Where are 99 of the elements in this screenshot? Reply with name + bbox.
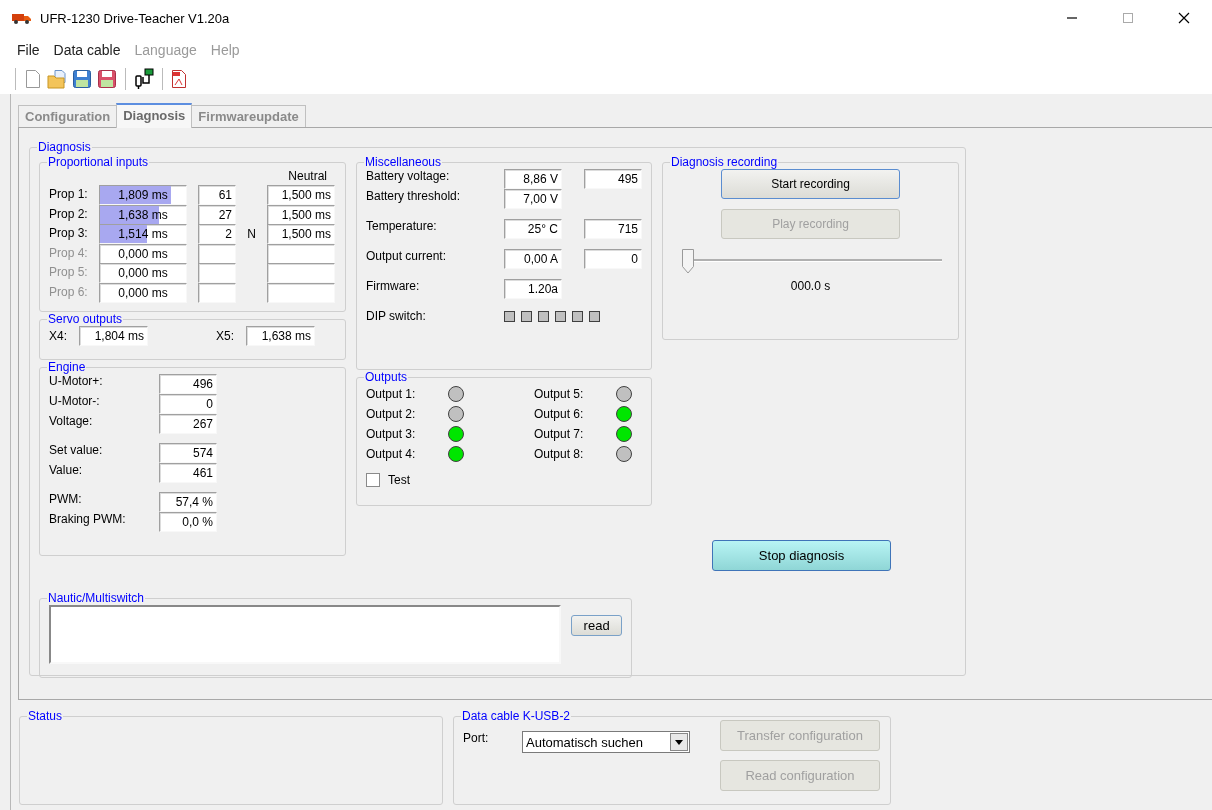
value-field: 0,000 ms bbox=[99, 263, 187, 284]
tab[interactable]: Firmwareupdate bbox=[191, 105, 306, 127]
value-field: 1,500 ms bbox=[267, 204, 335, 225]
value-field: 496 bbox=[159, 374, 217, 394]
input-label: Prop 6: bbox=[49, 284, 89, 302]
value-field bbox=[267, 263, 335, 284]
engine-label: U-Motor+: bbox=[49, 374, 104, 390]
checkbox[interactable] bbox=[366, 473, 380, 487]
engine-label: Set value: bbox=[49, 443, 104, 459]
group-title: Miscellaneous bbox=[364, 155, 443, 169]
recording-button[interactable]: Start recording bbox=[721, 169, 900, 199]
output-label: Output 7: bbox=[534, 427, 585, 441]
value-field: 25° C bbox=[504, 219, 562, 239]
value-field: 1,500 ms bbox=[267, 185, 335, 205]
input-label: Prop 3: bbox=[49, 225, 89, 243]
value-field: 8,86 V bbox=[504, 169, 562, 189]
maximize-icon bbox=[1122, 12, 1134, 24]
value-field: 57,4 % bbox=[159, 492, 217, 512]
value-field: 2 bbox=[198, 224, 236, 245]
value-field bbox=[198, 263, 236, 284]
text-area[interactable] bbox=[49, 605, 562, 664]
input-label: Prop 4: bbox=[49, 244, 89, 262]
tab[interactable]: Diagnosis bbox=[116, 103, 193, 128]
value-field: 7,00 V bbox=[504, 189, 562, 209]
value-field: 461 bbox=[159, 463, 217, 483]
group-title: Diagnosis recording bbox=[670, 155, 779, 169]
value-field: 1,638 ms bbox=[246, 326, 316, 346]
group-title: Engine bbox=[47, 360, 87, 374]
group-title: Data cable K-USB-2 bbox=[461, 709, 572, 723]
new-file-icon[interactable] bbox=[24, 69, 42, 89]
value-field bbox=[267, 283, 335, 304]
value-field: 1.20a bbox=[504, 279, 562, 299]
value-field bbox=[267, 243, 335, 264]
tab[interactable]: Configuration bbox=[18, 105, 118, 127]
output-label: X5: bbox=[216, 328, 235, 344]
input-label: Prop 5: bbox=[49, 264, 89, 282]
value-field: 574 bbox=[159, 443, 217, 463]
engine-label: Voltage: bbox=[49, 414, 94, 430]
input-label: Prop 2: bbox=[49, 205, 89, 223]
value-field: 1,804 ms bbox=[79, 326, 148, 346]
output-label: Output 3: bbox=[366, 427, 417, 441]
value-field: 1,638 ms bbox=[99, 204, 187, 225]
output-label: Output 4: bbox=[366, 447, 417, 461]
close-icon bbox=[1178, 12, 1190, 24]
engine-label: Braking PWM: bbox=[49, 512, 127, 528]
value-field: 0 bbox=[159, 394, 217, 414]
menu-item[interactable]: Data cable bbox=[46, 42, 128, 58]
checkbox-label: Test bbox=[388, 473, 410, 487]
engine-label: Value: bbox=[49, 463, 84, 479]
group-title: Status bbox=[27, 709, 64, 723]
value-field: 495 bbox=[584, 169, 642, 189]
value-field bbox=[198, 283, 236, 304]
document-icon[interactable] bbox=[171, 69, 187, 89]
info-label: Battery threshold: bbox=[366, 189, 462, 205]
output-label: Output 2: bbox=[366, 407, 417, 421]
group-title: Proportional inputs bbox=[47, 155, 150, 169]
info-label: Output current: bbox=[366, 249, 448, 265]
value-field: 1,500 ms bbox=[267, 224, 335, 245]
port-label: Port: bbox=[463, 730, 490, 747]
slider-thumb[interactable] bbox=[682, 249, 694, 274]
value-field: 27 bbox=[198, 204, 236, 225]
value-field: 0,000 ms bbox=[99, 243, 187, 264]
value-field: 1,809 ms bbox=[99, 185, 187, 205]
output-label: Output 5: bbox=[534, 387, 585, 401]
truck-icon bbox=[12, 12, 32, 24]
value-field: 0,00 A bbox=[504, 249, 562, 269]
engine-label: U-Motor-: bbox=[49, 394, 101, 410]
group-title: Diagnosis bbox=[37, 140, 92, 154]
engine-label: PWM: bbox=[49, 492, 83, 508]
column-header: Neutral bbox=[288, 169, 327, 185]
value-field: 61 bbox=[198, 185, 236, 205]
port-dropdown[interactable]: Automatisch suchen bbox=[522, 731, 690, 753]
info-label: Battery voltage: bbox=[366, 169, 451, 185]
output-label: Output 1: bbox=[366, 387, 417, 401]
value-field: 0 bbox=[584, 249, 642, 269]
value-field: 715 bbox=[584, 219, 642, 239]
window-title: UFR-1230 Drive-Teacher V1.20a bbox=[40, 10, 231, 26]
input-label: Prop 1: bbox=[49, 186, 89, 203]
read-button[interactable]: read bbox=[571, 615, 622, 636]
value-field: 0,0 % bbox=[159, 512, 217, 532]
menu-item[interactable]: File bbox=[10, 42, 47, 58]
output-label: X4: bbox=[49, 328, 67, 344]
output-label: Output 8: bbox=[534, 447, 585, 461]
value-field: 267 bbox=[159, 414, 217, 434]
value-field bbox=[198, 243, 236, 264]
stop-diagnosis-button[interactable]: Stop diagnosis bbox=[712, 540, 891, 571]
info-label: Temperature: bbox=[366, 219, 438, 235]
info-label: DIP switch: bbox=[366, 309, 427, 323]
neutral-marker: N bbox=[247, 227, 256, 242]
group-title: Outputs bbox=[364, 370, 409, 384]
info-label: Firmware: bbox=[366, 279, 421, 295]
output-label: Output 6: bbox=[534, 407, 585, 421]
open-folder-icon[interactable] bbox=[47, 69, 67, 89]
cable-plug-icon[interactable] bbox=[134, 68, 154, 90]
group-title: Servo outputs bbox=[47, 312, 124, 326]
value-field: 0,000 ms bbox=[99, 283, 187, 304]
group-title: Nautic/Multiswitch bbox=[47, 591, 146, 605]
recording-time: 000.0 s bbox=[790, 279, 831, 293]
value-field: 1,514 ms bbox=[99, 224, 187, 245]
